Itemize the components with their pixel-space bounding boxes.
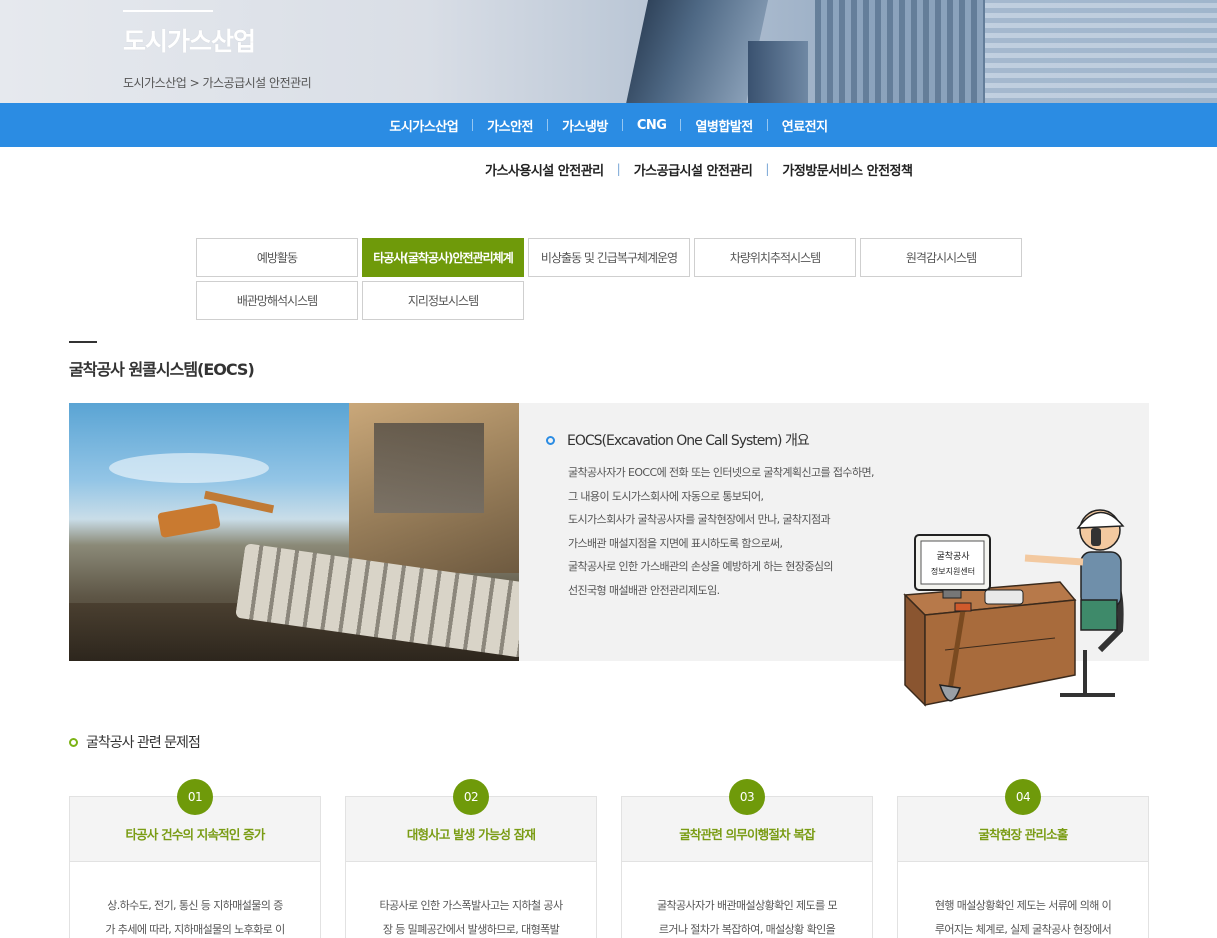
card-line: 현행 매설상황확인 제도는 서류에 의해 이 xyxy=(934,899,1112,912)
main-nav-item[interactable]: CNG xyxy=(623,118,681,133)
tab-grid: 예방활동 타공사(굴착공사)안전관리체계 비상출동 및 긴급복구체계운영 차량위… xyxy=(196,238,1022,320)
problem-card: 대형사고 발생 가능성 잠재 타공사로 인한 가스폭발사고는 지하철 공사 장 … xyxy=(345,796,597,938)
tab-gis[interactable]: 지리정보시스템 xyxy=(362,281,524,320)
sub-nav-divider: | xyxy=(765,162,770,176)
sub-nav-item[interactable]: 가스사용시설 안전관리 xyxy=(485,160,604,179)
building-image xyxy=(815,0,985,103)
main-nav-item[interactable]: 연료전지 xyxy=(768,116,842,135)
problem-card: 굴착관련 의무이행절차 복잡 굴착공사자가 배관매설상황확인 제도를 모 르거나… xyxy=(621,796,873,938)
tab-emergency-response[interactable]: 비상출동 및 긴급복구체계운영 xyxy=(528,238,690,277)
section-rule xyxy=(69,341,97,343)
card-title: 굴착관련 의무이행절차 복잡 xyxy=(679,826,815,842)
card-text: 상.하수도, 전기, 통신 등 지하매설물의 증 가 추세에 따라, 지하매설물… xyxy=(70,862,320,938)
breadcrumb-item[interactable]: 도시가스산업 xyxy=(123,76,187,90)
building-image xyxy=(748,41,808,103)
problem-card: 타공사 건수의 지속적인 증가 상.하수도, 전기, 통신 등 지하매설물의 증… xyxy=(69,796,321,938)
breadcrumb-item[interactable]: 가스공급시설 안전관리 xyxy=(202,76,311,90)
page-title: 도시가스산업 xyxy=(123,27,256,56)
photo-excavator xyxy=(157,502,221,539)
sign-line-1: 굴착공사 xyxy=(936,551,970,562)
card-text: 타공사로 인한 가스폭발사고는 지하철 공사 장 등 밀폐공간에서 발생하므로,… xyxy=(346,862,596,938)
eocs-line: 굴착공사자가 EOCC에 전화 또는 인터넷으로 굴착계획신고를 접수하면, xyxy=(568,466,874,479)
call-center-illustration: 굴착공사 정보지원센터 xyxy=(903,509,1125,707)
card-text: 현행 매설상황확인 제도는 서류에 의해 이 루어지는 체계로, 실제 굴착공사… xyxy=(898,862,1148,938)
main-nav-item[interactable]: 가스안전 xyxy=(473,116,547,135)
breadcrumb-separator: > xyxy=(189,76,200,90)
excavation-photo xyxy=(69,403,519,661)
card-line: 굴착공사자가 배관매설상황확인 제도를 모 xyxy=(656,899,838,912)
eocs-title: EOCS(Excavation One Call System) 개요 xyxy=(567,433,810,449)
sub-nav-item[interactable]: 가스공급시설 안전관리 xyxy=(634,160,753,179)
eocs-heading: EOCS(Excavation One Call System) 개요 xyxy=(546,430,810,450)
card-title: 대형사고 발생 가능성 잠재 xyxy=(406,826,536,842)
bullet-ring-icon xyxy=(69,737,78,747)
card-number-badge: 03 xyxy=(729,779,765,815)
sub-nav-divider: | xyxy=(616,162,621,176)
tab-pipe-network-analysis[interactable]: 배관망해석시스템 xyxy=(196,281,358,320)
problems-heading: 굴착공사 관련 문제점 xyxy=(69,732,201,752)
problem-card: 굴착현장 관리소홀 현행 매설상황확인 제도는 서류에 의해 이 루어지는 체계… xyxy=(897,796,1149,938)
card-line: 상.하수도, 전기, 통신 등 지하매설물의 증 xyxy=(107,899,283,912)
main-nav-item[interactable]: 열병합발전 xyxy=(681,116,766,135)
tab-prevention[interactable]: 예방활동 xyxy=(196,238,358,277)
card-line: 타공사로 인한 가스폭발사고는 지하철 공사 xyxy=(379,899,564,912)
tab-remote-monitoring[interactable]: 원격감시시스템 xyxy=(860,238,1022,277)
card-number-badge: 01 xyxy=(177,779,213,815)
card-line: 루어지는 체계로, 실제 굴착공사 현장에서 xyxy=(934,923,1112,936)
section-title: 굴착공사 원콜시스템(EOCS) xyxy=(69,360,255,379)
sub-nav: 가스사용시설 안전관리 | 가스공급시설 안전관리 | 가정방문서비스 안전정책 xyxy=(0,147,1217,191)
bullet-ring-icon xyxy=(546,435,555,445)
header-banner: 도시가스산업 도시가스산업 > 가스공급시설 안전관리 xyxy=(0,0,1217,103)
card-number-badge: 04 xyxy=(1005,779,1041,815)
problems-title: 굴착공사 관련 문제점 xyxy=(86,735,201,751)
card-line: 르거나 절차가 복잡하여, 매설상황 확인을 xyxy=(658,923,836,936)
breadcrumb: 도시가스산업 > 가스공급시설 안전관리 xyxy=(123,74,312,91)
sub-nav-item[interactable]: 가정방문서비스 안전정책 xyxy=(782,160,913,179)
title-rule xyxy=(123,10,213,12)
main-nav-item[interactable]: 도시가스산업 xyxy=(375,116,472,135)
building-image xyxy=(985,0,1217,103)
card-title: 굴착현장 관리소홀 xyxy=(978,826,1068,842)
sign-line-2: 정보지원센터 xyxy=(931,566,975,576)
photo-bulldozer-cab xyxy=(374,423,484,513)
card-title: 타공사 건수의 지속적인 증가 xyxy=(125,826,265,842)
card-number-badge: 02 xyxy=(453,779,489,815)
card-line: 장 등 밀폐공간에서 발생하므로, 대형폭발 xyxy=(382,923,560,936)
tab-excavation-safety[interactable]: 타공사(굴착공사)안전관리체계 xyxy=(362,238,524,277)
main-nav: 도시가스산업 가스안전 가스냉방 CNG 열병합발전 연료전지 xyxy=(0,103,1217,147)
photo-cloud xyxy=(109,453,269,483)
tab-vehicle-tracking[interactable]: 차량위치추적시스템 xyxy=(694,238,856,277)
card-text: 굴착공사자가 배관매설상황확인 제도를 모 르거나 절차가 복잡하여, 매설상황… xyxy=(622,862,872,938)
main-nav-item[interactable]: 가스냉방 xyxy=(548,116,622,135)
card-line: 가 추세에 따라, 지하매설물의 노후화로 이 xyxy=(105,923,285,936)
